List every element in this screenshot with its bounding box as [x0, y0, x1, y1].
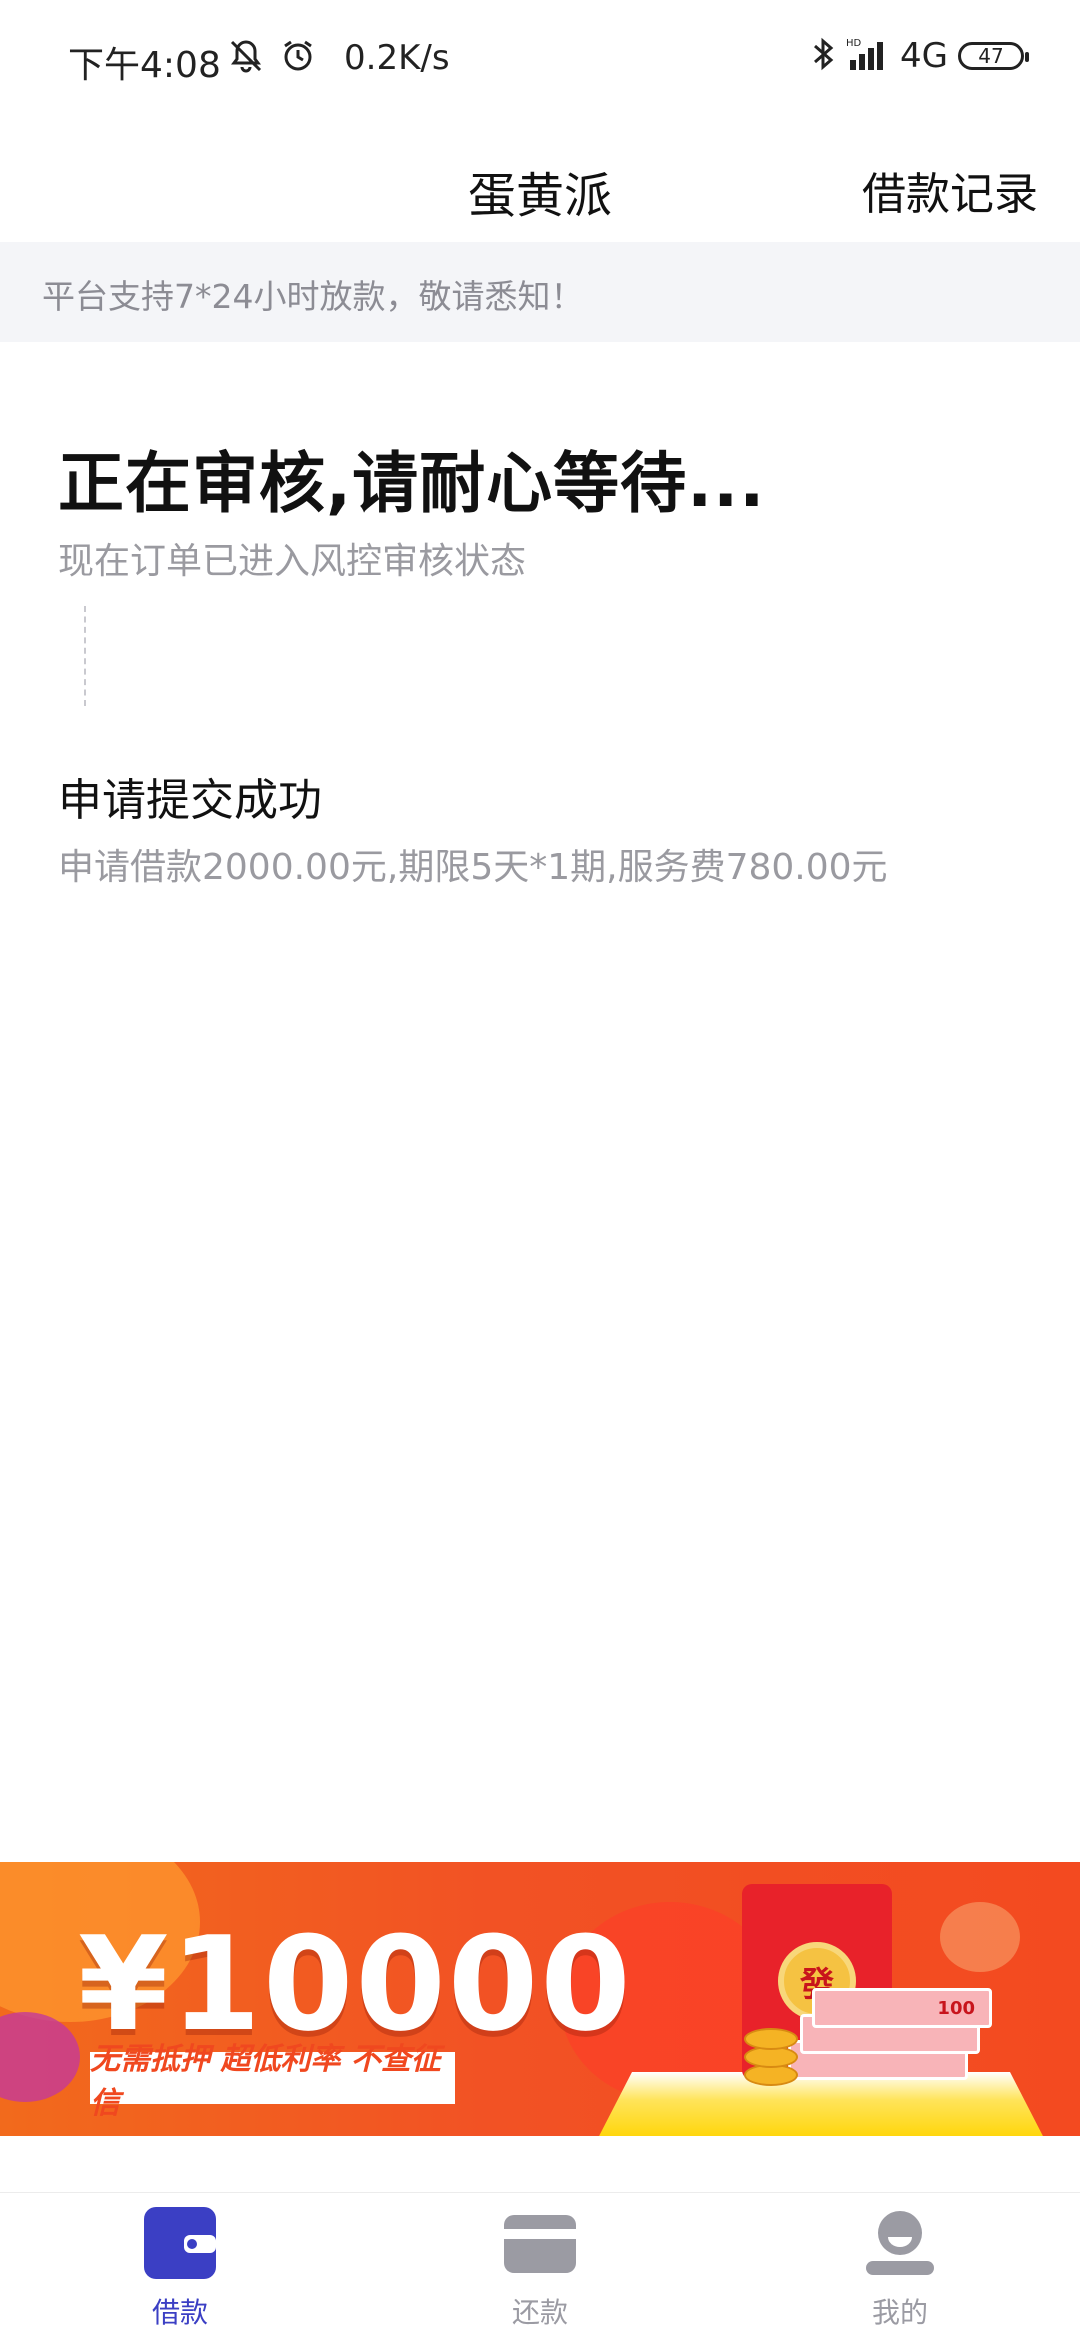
tab-mine[interactable]: 我的	[720, 2193, 1080, 2341]
tab-borrow[interactable]: 借款	[0, 2193, 360, 2341]
tab-repay-label: 还款	[511, 2296, 568, 2329]
banner-decoration	[940, 1902, 1020, 1972]
loan-records-button[interactable]: 借款记录	[862, 158, 1038, 222]
alarm-icon	[280, 38, 316, 78]
tab-borrow-label: 借款	[151, 2296, 208, 2329]
bluetooth-icon	[810, 36, 836, 76]
banner-decoration	[0, 2012, 80, 2102]
step-description: 申请借款2000.00元,期限5天*1期,服务费780.00元	[58, 847, 888, 888]
step-title: 申请提交成功	[58, 775, 322, 826]
mute-icon	[228, 38, 264, 78]
banner-platform	[596, 2072, 1046, 2136]
review-status-subtitle: 现在订单已进入风控审核状态	[58, 541, 527, 582]
battery-indicator: 47	[958, 42, 1029, 70]
review-status-title: 正在审核,请耐心等待...	[58, 445, 766, 522]
card-icon	[504, 2207, 576, 2279]
bottom-tab-bar: 借款 还款 我的	[0, 2192, 1080, 2341]
tab-repay[interactable]: 还款	[360, 2193, 720, 2341]
coin-icon	[744, 2028, 798, 2050]
status-time: 下午4:08	[68, 45, 221, 86]
tab-mine-label: 我的	[871, 2296, 928, 2329]
status-bar: 下午4:08 0.2K/s HD 4G 47	[0, 0, 1080, 120]
network-speed: 0.2K/s	[344, 38, 450, 78]
notice-bar: 平台支持7*24小时放款，敬请悉知！	[0, 242, 1080, 342]
signal-icon: HD	[846, 36, 890, 76]
wallet-icon	[144, 2207, 216, 2279]
network-type: 4G	[900, 36, 948, 76]
banner-tagline: 无需抵押 超低利率 不查征信	[90, 2042, 455, 2121]
user-icon	[864, 2207, 936, 2279]
money-bill-icon: 100	[812, 1988, 992, 2028]
svg-text:HD: HD	[846, 38, 862, 49]
app-header: 蛋黄派 借款记录	[0, 120, 1080, 240]
promo-banner[interactable]: ¥10000 无需抵押 超低利率 不查征信 發 100	[0, 1862, 1080, 2136]
notice-text: 平台支持7*24小时放款，敬请悉知！	[42, 277, 584, 316]
timeline-connector	[84, 606, 86, 706]
